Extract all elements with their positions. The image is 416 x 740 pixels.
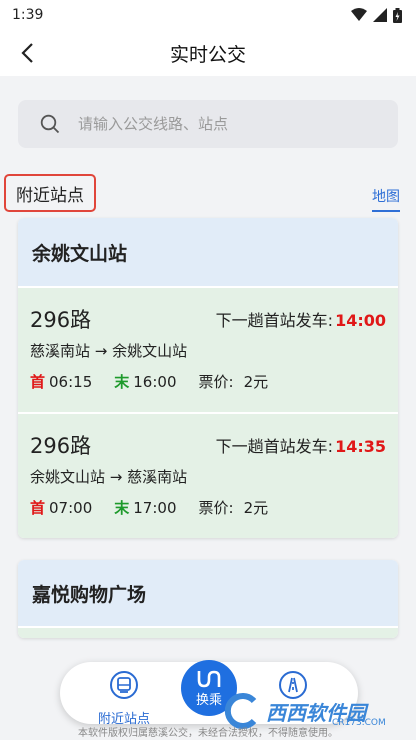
route-row[interactable]: 296路 下一趟首站发车: 14:35 余姚文山站 → 慈溪南站 首 07:00 … [18, 412, 398, 538]
nearby-section-title: 附近站点 [4, 174, 96, 212]
next-departure-label: 下一趟首站发车: [215, 437, 334, 456]
wifi-icon [351, 8, 367, 21]
route-number: 296路 [30, 434, 92, 458]
next-departure-time: 14:00 [335, 311, 386, 330]
copyright-note: 本软件版权归属慈溪公交，未经合法授权，不得随意使用。 [78, 728, 338, 739]
status-icons [351, 7, 402, 23]
back-button[interactable] [14, 40, 40, 66]
next-departure: 下一趟首站发车: 14:00 [216, 307, 386, 331]
nav-nearby-stations[interactable]: 附近站点 [86, 670, 162, 727]
route-times: 首 06:15 末 16:00 票价: 2元 [30, 371, 268, 392]
search-input[interactable] [78, 115, 378, 133]
next-departure-label: 下一趟首站发车: [215, 311, 334, 330]
fare-value: 2元 [243, 499, 269, 517]
last-bus-time: 16:00 [133, 372, 177, 391]
search-bar[interactable] [18, 100, 398, 148]
first-bus-time: 07:00 [49, 498, 93, 517]
page-title: 实时公交 [169, 43, 246, 66]
battery-icon [393, 7, 402, 23]
first-bus-mark: 首 [30, 499, 46, 517]
map-link[interactable]: 地图 [372, 186, 400, 212]
route-times: 首 07:00 末 17:00 票价: 2元 [30, 497, 268, 518]
signal-icon [373, 8, 387, 22]
fare-label: 票价: [198, 499, 234, 517]
station-card: 余姚文山站 296路 下一趟首站发车: 14:00 慈溪南站 → 余姚文山站 首 … [18, 218, 398, 538]
first-bus-time: 06:15 [49, 372, 93, 391]
station-card: 嘉悦购物广场 [18, 560, 398, 638]
station-name[interactable]: 嘉悦购物广场 [18, 560, 398, 626]
route-row[interactable]: 296路 下一趟首站发车: 14:00 慈溪南站 → 余姚文山站 首 06:15 … [18, 286, 398, 412]
fare-label: 票价: [198, 373, 234, 391]
transfer-icon [197, 670, 221, 687]
route-row-partial [18, 626, 398, 638]
next-departure-time: 14:35 [335, 437, 386, 456]
status-bar: 1:39 [0, 0, 416, 30]
fare-value: 2元 [243, 373, 269, 391]
search-icon [40, 114, 60, 134]
chevron-left-icon [21, 43, 33, 63]
next-departure: 下一趟首站发车: 14:35 [216, 433, 386, 457]
bus-stop-icon [110, 671, 138, 699]
first-bus-mark: 首 [30, 373, 46, 391]
station-name[interactable]: 余姚文山站 [18, 218, 398, 286]
route-direction: 慈溪南站 → 余姚文山站 [30, 342, 188, 360]
status-time: 1:39 [12, 7, 44, 23]
header: 实时公交 [0, 30, 416, 76]
nav-transfer-label: 换乘 [195, 692, 222, 708]
last-bus-time: 17:00 [133, 498, 177, 517]
last-bus-mark: 末 [114, 373, 130, 391]
route-number: 296路 [30, 308, 92, 332]
last-bus-mark: 末 [114, 499, 130, 517]
route-direction: 余姚文山站 → 慈溪南站 [30, 468, 188, 486]
